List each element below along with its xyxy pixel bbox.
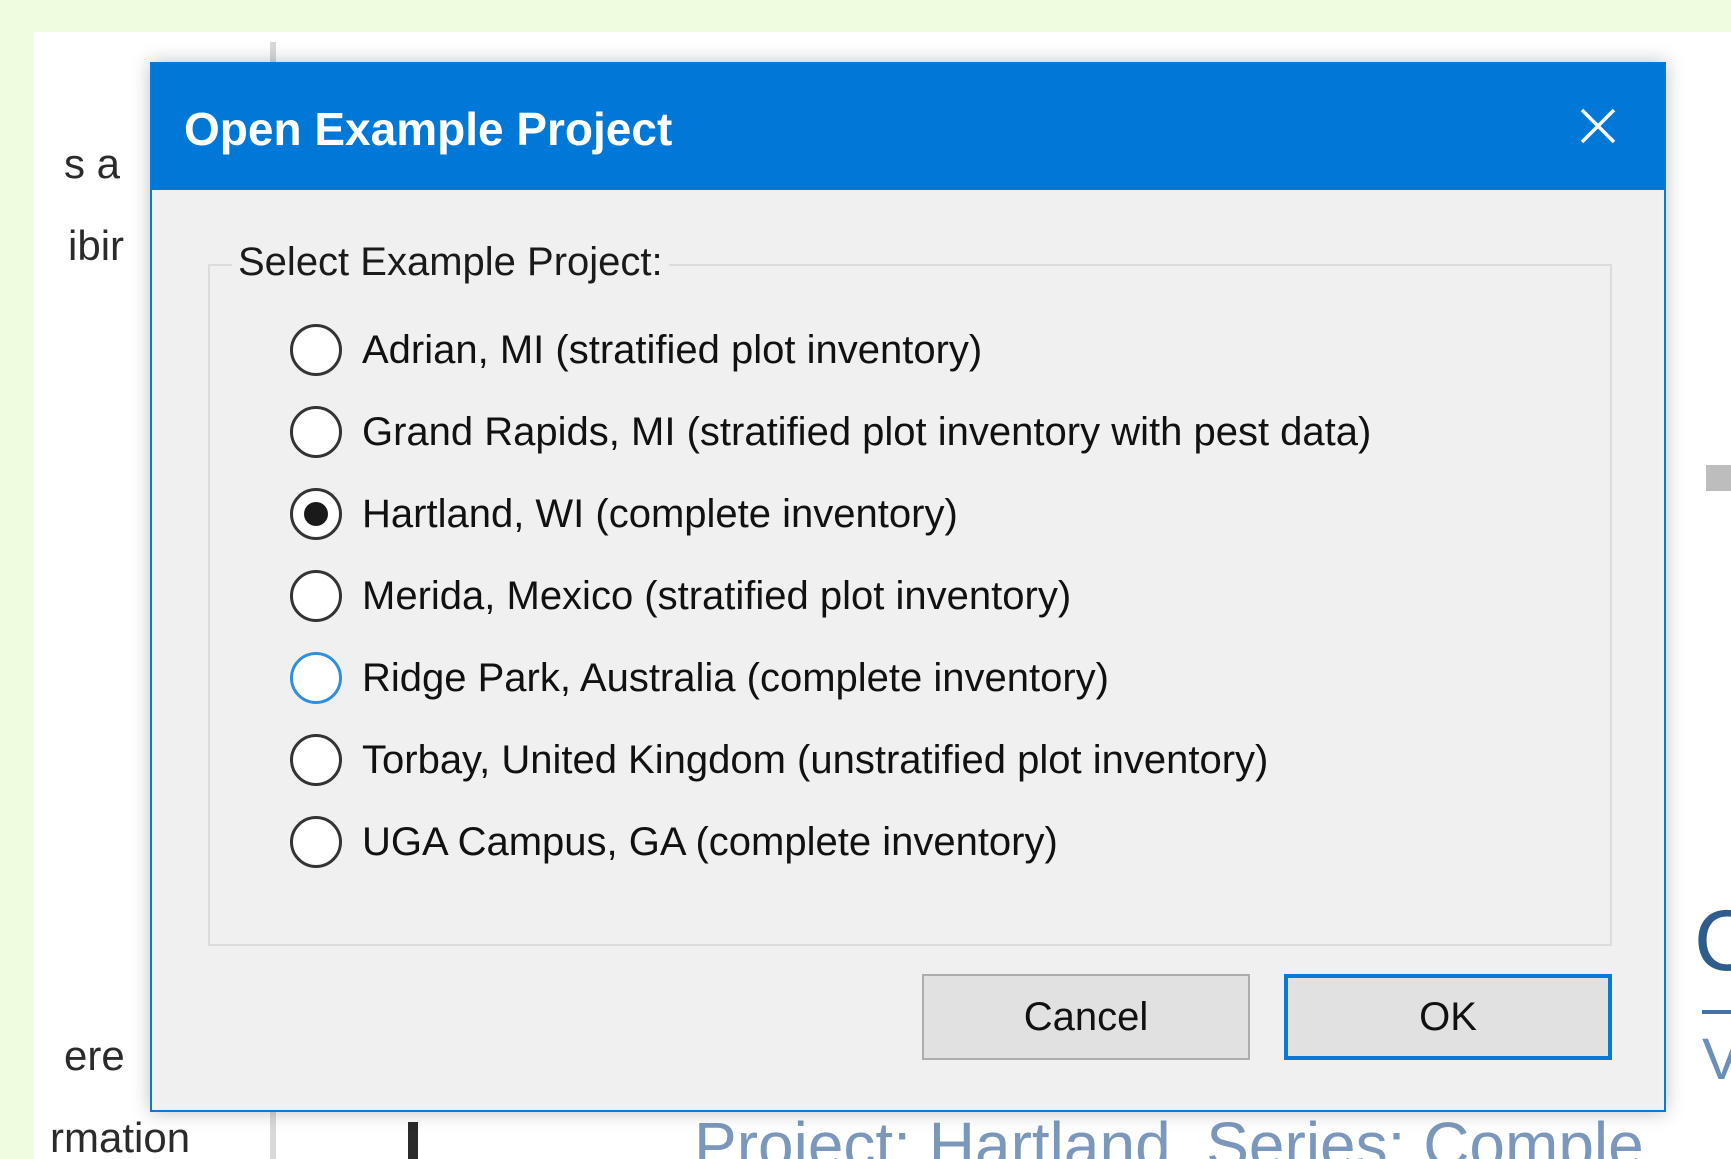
close-button[interactable] [1566, 94, 1630, 158]
radio-option-torbay[interactable]: Torbay, United Kingdom (unstratified plo… [290, 728, 1268, 792]
example-project-groupbox: Select Example Project: Adrian, MI (stra… [208, 240, 1612, 946]
radio-option-hartland[interactable]: Hartland, WI (complete inventory) [290, 482, 958, 546]
background-text-fragment: ibir [68, 222, 125, 269]
radio-selected-dot [304, 502, 328, 526]
radio-button-selected[interactable] [290, 488, 342, 540]
radio-label: Hartland, WI (complete inventory) [362, 491, 958, 536]
radio-label: Torbay, United Kingdom (unstratified plo… [362, 737, 1269, 782]
radio-label: UGA Campus, GA (complete inventory) [362, 819, 1058, 864]
radio-option-ridge-park[interactable]: Ridge Park, Australia (complete inventor… [290, 646, 1109, 710]
radio-button[interactable] [290, 734, 342, 786]
radio-button-hovered[interactable] [290, 652, 342, 704]
background-heading-letter: C [1694, 893, 1731, 989]
group-label: Select Example Project: [232, 240, 669, 285]
dialog-titlebar[interactable]: Open Example Project [152, 64, 1664, 190]
background-text-fragment: s a [64, 140, 121, 187]
dialog-title: Open Example Project [184, 103, 673, 155]
radio-option-merida[interactable]: Merida, Mexico (stratified plot inventor… [290, 564, 1071, 628]
radio-option-uga-campus[interactable]: UGA Campus, GA (complete inventory) [290, 810, 1058, 874]
background-project-subtitle: Project: Hartland, Series: Comple [694, 1109, 1644, 1159]
background-text-fragment: ere [64, 1032, 125, 1079]
radio-button[interactable] [290, 570, 342, 622]
open-example-project-dialog: Open Example Project Select Example Proj… [150, 62, 1666, 1112]
radio-button[interactable] [290, 324, 342, 376]
background-scroll-handle [408, 1122, 418, 1159]
background-text-fragment: rmation [50, 1114, 191, 1159]
radio-option-grand-rapids[interactable]: Grand Rapids, MI (stratified plot invent… [290, 400, 1371, 464]
radio-label: Ridge Park, Australia (complete inventor… [362, 655, 1109, 700]
radio-label: Adrian, MI (stratified plot inventory) [362, 327, 983, 372]
close-icon [1580, 108, 1616, 144]
radio-label: Merida, Mexico (stratified plot inventor… [362, 573, 1072, 618]
radio-label: Grand Rapids, MI (stratified plot invent… [362, 409, 1372, 454]
background-heading-underline [1702, 1010, 1731, 1014]
background-grip [1706, 465, 1731, 491]
radio-button[interactable] [290, 406, 342, 458]
cancel-button[interactable]: Cancel [922, 974, 1250, 1060]
ok-button[interactable]: OK [1284, 974, 1612, 1060]
background-side-letter: V [1702, 1027, 1731, 1092]
radio-button[interactable] [290, 816, 342, 868]
radio-option-adrian[interactable]: Adrian, MI (stratified plot inventory) [290, 318, 982, 382]
